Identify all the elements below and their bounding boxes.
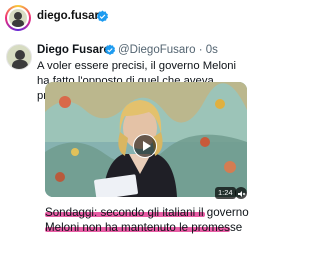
tweet-handle-time: @DiegoFusaro · 0s	[118, 44, 218, 56]
article-headline: Sondaggi: secondo gli italiani il govern…	[45, 206, 249, 234]
play-button[interactable]	[133, 134, 157, 158]
tweet-author-name[interactable]: Diego Fusaro	[37, 44, 110, 56]
mute-icon[interactable]	[235, 187, 247, 199]
story-avatar[interactable]	[5, 5, 31, 31]
verified-icon	[96, 10, 109, 22]
post-header: diego.fusaro	[0, 0, 250, 36]
tweet-avatar[interactable]	[6, 44, 32, 70]
play-icon	[143, 141, 151, 151]
verified-badge-icon	[104, 44, 116, 55]
video-duration: 1:24	[215, 187, 236, 199]
